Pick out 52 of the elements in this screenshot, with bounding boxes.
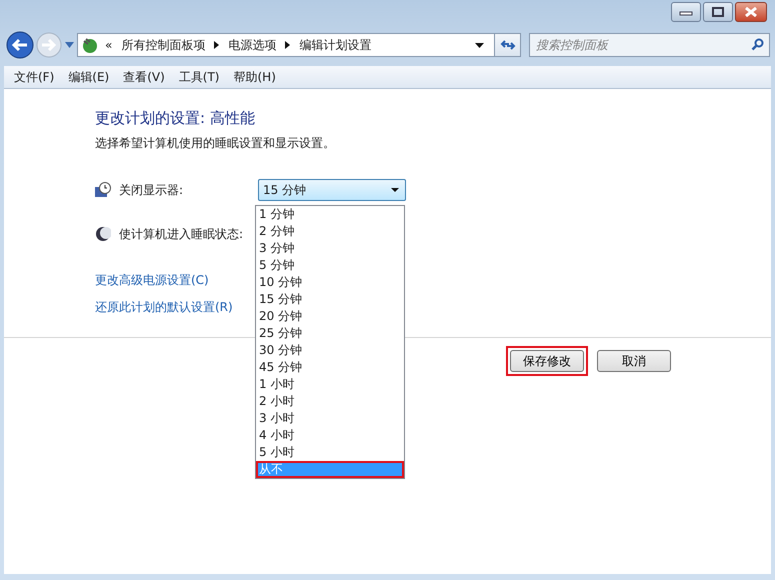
menu-item[interactable]: 查看(V) [123,68,165,86]
dropdown-option[interactable]: 1 小时 [256,376,404,393]
minimize-button[interactable] [671,2,701,22]
dropdown-option[interactable]: 30 分钟 [256,342,404,359]
dropdown-option[interactable]: 2 分钟 [256,223,404,240]
menu-item[interactable]: 编辑(E) [68,68,110,86]
search-icon [751,38,764,51]
breadcrumb-arrow-icon[interactable] [214,41,220,49]
power-plug-icon [81,36,99,54]
breadcrumb-arrow-icon[interactable] [285,41,290,49]
maximize-icon [711,7,725,17]
moon-icon [95,226,111,242]
dropdown-field[interactable]: 15 分钟 [258,179,406,201]
caret-icon[interactable] [391,188,399,192]
breadcrumb-item[interactable]: 电源选项 [228,36,276,54]
dropdown-option[interactable]: 10 分钟 [256,274,404,291]
dropdown-option[interactable]: 1 分钟 [256,206,404,223]
maximize-button[interactable] [703,2,733,22]
cancel-button[interactable]: 取消 [597,350,671,372]
close-button[interactable] [735,2,767,22]
dropdown-option[interactable]: 3 小时 [256,410,404,427]
breadcrumb-item[interactable]: 编辑计划设置 [299,36,372,54]
monitor-clock-icon [95,182,111,198]
refresh-button[interactable] [495,33,521,57]
menu-item[interactable]: 帮助(H) [234,68,276,86]
dropdown-option[interactable]: 4 小时 [256,427,404,444]
menu-item[interactable]: 工具(T) [178,68,220,86]
menu-item[interactable]: 文件(F) [14,68,54,86]
dropdown-option[interactable]: 15 分钟 [256,291,404,308]
dropdown-option[interactable]: 2 小时 [256,393,404,410]
back-button[interactable] [6,31,34,59]
dropdown-option[interactable]: 20 分钟 [256,308,404,325]
close-icon [744,7,758,17]
search-field[interactable]: 搜索控制面板 [529,33,770,57]
dropdown-caret-icon[interactable] [475,42,484,48]
dropdown-option[interactable]: 3 分钟 [256,240,404,257]
description-text: 选择希望计算机使用的睡眠设置和显示设置。 [95,135,336,152]
link[interactable]: 还原此计划的默认设置(R) [95,299,233,316]
setting-label: 使计算机进入睡眠状态: [119,226,244,242]
address-bar[interactable]: « 所有控制面板项 电源选项 编辑计划设置 [77,33,495,57]
link[interactable]: 更改高级电源设置(C) [95,272,209,289]
history-caret-icon[interactable] [65,42,74,48]
dropdown-option[interactable]: 45 分钟 [256,359,404,376]
dropdown-option[interactable]: 5 小时 [256,444,404,461]
dropdown-option[interactable]: 5 分钟 [256,257,404,274]
overflow-chevron[interactable]: « [105,38,112,52]
breadcrumb-item[interactable]: 所有控制面板项 [121,36,206,54]
dropdown-option[interactable]: 25 分钟 [256,325,404,342]
page-heading: 更改计划的设置: 高性能 [95,109,256,128]
save-button[interactable]: 保存修改 [510,350,584,372]
refresh-icon [500,38,516,52]
setting-label: 关闭显示器: [119,182,184,198]
